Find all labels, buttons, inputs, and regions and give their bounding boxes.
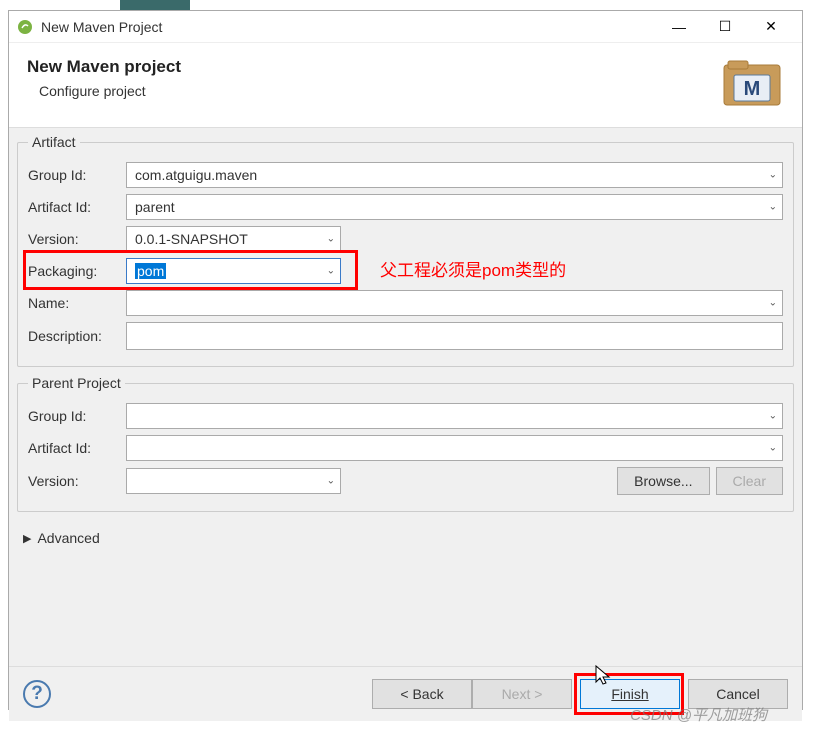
dialog-header: New Maven project Configure project M [9, 43, 802, 128]
maximize-button[interactable]: ☐ [702, 12, 748, 42]
triangle-right-icon: ▶ [23, 532, 31, 545]
help-icon[interactable]: ? [23, 680, 51, 708]
version-input[interactable] [126, 226, 341, 252]
window-controls: — ☐ ✕ [656, 12, 794, 42]
parent-group-id-input[interactable] [126, 403, 783, 429]
back-button[interactable]: < Back [372, 679, 472, 709]
artifact-fieldset: Artifact Group Id: ⌄ Artifact Id: ⌄ Vers… [17, 134, 794, 367]
decorative-strip [120, 0, 190, 10]
artifact-id-input[interactable] [126, 194, 783, 220]
packaging-select[interactable]: pom [126, 258, 341, 284]
close-button[interactable]: ✕ [748, 12, 794, 42]
page-title: New Maven project [27, 57, 720, 77]
parent-artifact-id-label: Artifact Id: [28, 440, 126, 456]
parent-artifact-id-input[interactable] [126, 435, 783, 461]
dialog-footer: ? < Back Next > Finish Cancel [9, 666, 802, 721]
parent-version-input[interactable] [126, 468, 341, 494]
description-label: Description: [28, 328, 126, 344]
advanced-toggle[interactable]: ▶ Advanced [17, 520, 794, 556]
dialog-content: Artifact Group Id: ⌄ Artifact Id: ⌄ Vers… [9, 128, 802, 666]
svg-text:M: M [744, 78, 761, 100]
titlebar: New Maven Project — ☐ ✕ [9, 11, 802, 43]
name-input[interactable] [126, 290, 783, 316]
minimize-button[interactable]: — [656, 12, 702, 42]
parent-group-id-label: Group Id: [28, 408, 126, 424]
page-subtitle: Configure project [39, 83, 720, 99]
clear-button[interactable]: Clear [716, 467, 783, 495]
cancel-button[interactable]: Cancel [688, 679, 788, 709]
group-id-input[interactable] [126, 162, 783, 188]
parent-version-label: Version: [28, 473, 126, 489]
parent-legend: Parent Project [28, 375, 125, 391]
finish-button[interactable]: Finish [580, 679, 680, 709]
packaging-label: Packaging: [28, 263, 126, 279]
advanced-label: Advanced [37, 530, 99, 546]
annotation-text: 父工程必须是pom类型的 [380, 256, 566, 281]
group-id-label: Group Id: [28, 167, 126, 183]
artifact-id-label: Artifact Id: [28, 199, 126, 215]
version-label: Version: [28, 231, 126, 247]
description-input[interactable] [126, 322, 783, 350]
maven-icon: M [720, 57, 784, 109]
name-label: Name: [28, 295, 126, 311]
window-title: New Maven Project [41, 19, 656, 35]
app-icon [17, 19, 33, 35]
artifact-legend: Artifact [28, 134, 80, 150]
dialog-window: New Maven Project — ☐ ✕ New Maven projec… [8, 10, 803, 710]
parent-fieldset: Parent Project Group Id: ⌄ Artifact Id: … [17, 375, 794, 512]
next-button[interactable]: Next > [472, 679, 572, 709]
browse-button[interactable]: Browse... [617, 467, 709, 495]
